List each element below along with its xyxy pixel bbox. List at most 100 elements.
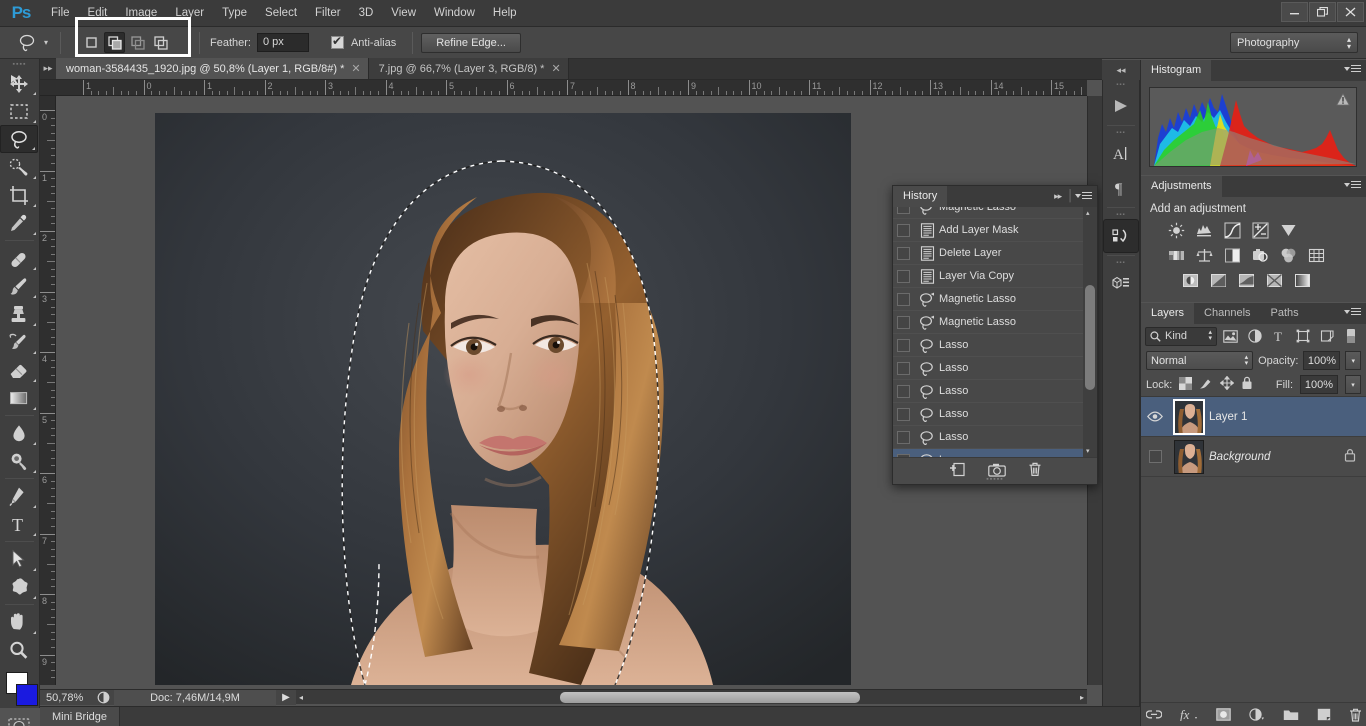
play-collapse-icon[interactable] <box>1103 89 1139 123</box>
lock-image-pixels-icon[interactable] <box>1199 377 1213 393</box>
history-resize-grip[interactable]: ▪▪▪▪▪ <box>986 476 1003 483</box>
levels-icon[interactable] <box>1195 221 1213 239</box>
document-tab[interactable]: 7.jpg @ 66,7% (Layer 3, RGB/8) * ✕ <box>368 58 569 79</box>
gradient-tool[interactable] <box>0 384 38 412</box>
dock-collapse-button[interactable]: ◂◂ <box>1102 60 1140 80</box>
color-balance-icon[interactable] <box>1195 246 1213 264</box>
horizontal-ruler[interactable]: 1 0 1 2 3 4 5 6 7 8 9 10 11 12 13 14 15 <box>40 80 1087 96</box>
layer-thumbnail-cell[interactable] <box>1169 439 1209 474</box>
channel-mixer-icon[interactable] <box>1279 246 1297 264</box>
black-white-icon[interactable] <box>1223 246 1241 264</box>
histogram-warning-triangle-icon[interactable] <box>1336 92 1350 106</box>
menu-type[interactable]: Type <box>213 0 256 27</box>
layer-row[interactable]: Layer 1 <box>1141 397 1366 437</box>
history-snapshot-checkbox[interactable] <box>897 384 910 398</box>
layer-visibility-toggle[interactable] <box>1141 450 1169 463</box>
pen-tool[interactable] <box>0 482 38 510</box>
invert-icon[interactable] <box>1181 271 1199 289</box>
history-snapshot-checkbox[interactable] <box>897 407 910 421</box>
lock-position-icon[interactable] <box>1219 375 1235 393</box>
history-state-item[interactable]: Lasso <box>893 334 1083 357</box>
color-lookup-icon[interactable] <box>1307 246 1325 264</box>
zoom-level[interactable]: 50,78% <box>40 692 92 704</box>
filter-toggle-icon[interactable] <box>1340 326 1361 346</box>
brightness-contrast-icon[interactable] <box>1167 221 1185 239</box>
menu-file[interactable]: File <box>42 0 79 27</box>
history-snapshot-checkbox[interactable] <box>897 292 910 306</box>
add-to-selection-button[interactable] <box>104 32 125 53</box>
menu-view[interactable]: View <box>382 0 425 27</box>
gradient-map-icon[interactable] <box>1293 271 1311 289</box>
selective-color-icon[interactable] <box>1265 271 1283 289</box>
smart-object-filter-icon[interactable] <box>1316 326 1337 346</box>
lock-all-icon[interactable] <box>1241 376 1253 393</box>
feather-input[interactable]: 0 px <box>256 33 309 52</box>
scroll-right-arrow-icon[interactable]: ▸ <box>1080 693 1084 702</box>
clone-stamp-tool[interactable] <box>0 300 38 328</box>
history-collapse-icon[interactable]: ▸▸ <box>1054 191 1062 202</box>
intersect-with-selection-button[interactable] <box>150 32 171 53</box>
menu-filter[interactable]: Filter <box>306 0 350 27</box>
scroll-thumb[interactable] <box>560 692 860 703</box>
document-image[interactable] <box>155 113 851 685</box>
new-document-from-state-icon[interactable] <box>949 462 966 480</box>
subtract-from-selection-button[interactable] <box>127 32 148 53</box>
tab-histogram[interactable]: Histogram <box>1141 60 1212 81</box>
tab-adjustments[interactable]: Adjustments <box>1141 176 1222 197</box>
tab-collapse-arrows-icon[interactable]: ▸▸ <box>40 58 56 79</box>
lock-transparent-pixels-icon[interactable] <box>1179 376 1193 393</box>
menu-3d[interactable]: 3D <box>350 0 383 27</box>
tab-layers[interactable]: Layers <box>1141 303 1195 324</box>
link-layers-icon[interactable] <box>1145 709 1162 720</box>
new-selection-button[interactable] <box>81 32 102 53</box>
anti-alias-checkbox[interactable] <box>330 34 344 49</box>
new-layer-icon[interactable] <box>1317 708 1331 721</box>
threshold-icon[interactable] <box>1237 271 1255 289</box>
history-scroll-down-icon[interactable]: ▾ <box>1086 447 1090 455</box>
fill-value[interactable]: 100% <box>1300 375 1338 394</box>
menu-window[interactable]: Window <box>425 0 484 27</box>
history-state-item[interactable]: Magnetic Lasso <box>893 311 1083 334</box>
layers-panel-menu-icon[interactable] <box>1344 307 1362 318</box>
histogram-panel-menu-icon[interactable] <box>1344 64 1362 75</box>
adjustment-layer-filter-icon[interactable] <box>1244 326 1265 346</box>
history-snapshot-checkbox[interactable] <box>897 430 910 444</box>
close-button[interactable] <box>1337 2 1364 22</box>
delete-layer-icon[interactable] <box>1349 708 1362 722</box>
opacity-value[interactable]: 100% <box>1303 351 1341 370</box>
minimize-button[interactable] <box>1281 2 1308 22</box>
history-snapshot-checkbox[interactable] <box>897 315 910 329</box>
dodge-tool[interactable] <box>0 447 38 475</box>
history-state-item[interactable]: Layer Via Copy <box>893 265 1083 288</box>
layer-list[interactable]: Layer 1 Background <box>1141 397 1366 477</box>
tool-preset-chevron-icon[interactable]: ▾ <box>40 38 52 47</box>
history-state-item[interactable]: Delete Layer <box>893 242 1083 265</box>
custom-shape-tool[interactable] <box>0 573 38 601</box>
layer-visibility-toggle[interactable] <box>1141 411 1169 422</box>
history-state-item[interactable]: Lasso <box>893 449 1083 457</box>
lasso-tool[interactable] <box>0 125 38 153</box>
history-snapshot-checkbox[interactable] <box>897 207 910 214</box>
type-layer-filter-icon[interactable]: T <box>1268 326 1289 346</box>
menu-help[interactable]: Help <box>484 0 526 27</box>
adjustments-panel-menu-icon[interactable] <box>1344 180 1362 191</box>
3d-panel-icon[interactable] <box>1103 267 1139 301</box>
blur-tool[interactable] <box>0 419 38 447</box>
eraser-tool[interactable] <box>0 356 38 384</box>
layer-kind-filter[interactable]: Kind ▴ ▾ <box>1145 326 1217 346</box>
posterize-icon[interactable] <box>1209 271 1227 289</box>
history-state-item[interactable]: Lasso <box>893 403 1083 426</box>
menu-image[interactable]: Image <box>116 0 166 27</box>
vibrance-icon[interactable] <box>1279 221 1297 239</box>
history-state-item[interactable]: Lasso <box>893 357 1083 380</box>
tab-paths[interactable]: Paths <box>1260 303 1309 324</box>
restore-button[interactable] <box>1309 2 1336 22</box>
history-actions-panel-icon[interactable] <box>1103 219 1139 253</box>
move-tool[interactable] <box>0 69 38 97</box>
zoom-tool[interactable] <box>0 636 38 664</box>
status-menu-arrow-icon[interactable]: ▶ <box>276 692 296 703</box>
history-brush-tool[interactable] <box>0 328 38 356</box>
history-state-item[interactable]: Lasso <box>893 380 1083 403</box>
curves-icon[interactable] <box>1223 221 1241 239</box>
lasso-tool-indicator-icon[interactable] <box>14 31 40 55</box>
